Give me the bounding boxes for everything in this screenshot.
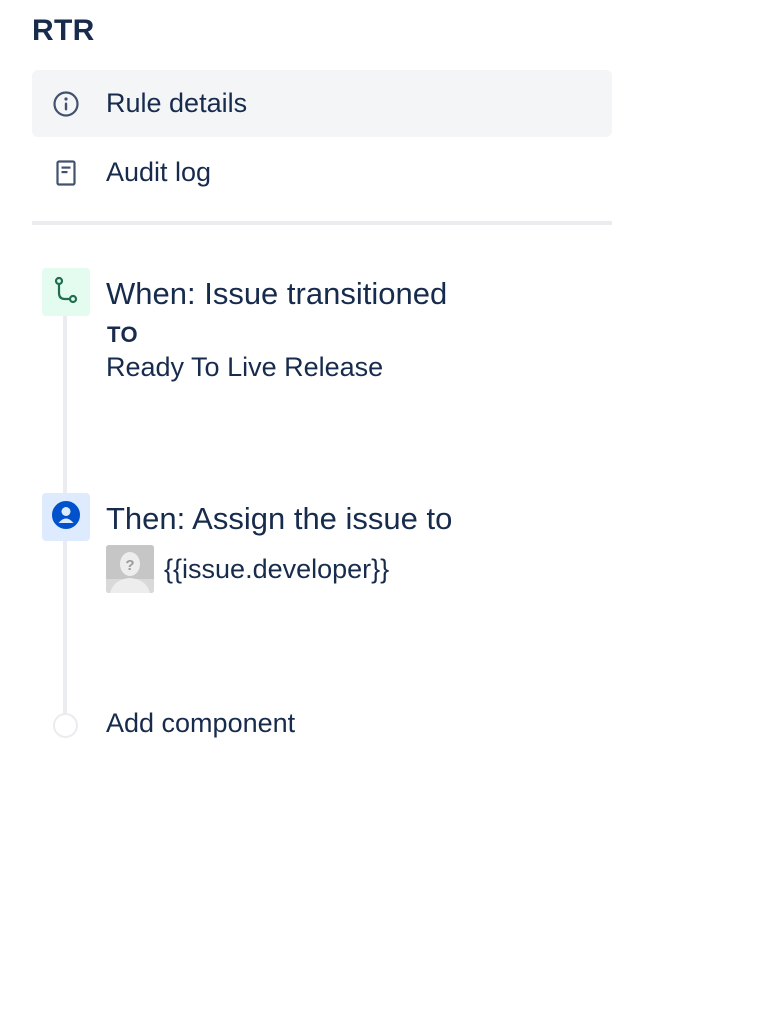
document-icon (52, 159, 80, 187)
assignee-value: {{issue.developer}} (164, 553, 390, 584)
rule-title: RTR (32, 14, 95, 47)
nav-item-audit-log[interactable]: Audit log (32, 139, 612, 206)
add-component-link[interactable]: Add component (106, 708, 295, 739)
avatar: ? (106, 545, 154, 593)
svg-text:?: ? (125, 557, 134, 574)
nav-item-label: Audit log (106, 157, 212, 187)
nav-item-label: Rule details (106, 88, 248, 118)
trigger-title[interactable]: When: Issue transitioned (106, 276, 447, 312)
rule-sidebar: RTR Rule details Audit log When: Issue t… (0, 0, 774, 1014)
action-icon-badge[interactable] (42, 493, 90, 541)
user-circle-icon (51, 500, 81, 535)
divider (32, 221, 612, 225)
action-title[interactable]: Then: Assign the issue to (106, 501, 452, 537)
trigger-icon-badge[interactable] (42, 268, 90, 316)
trigger-status-value: Ready To Live Release (106, 352, 384, 382)
trigger-to-label: TO (107, 322, 139, 347)
add-component-circle[interactable] (53, 713, 78, 738)
info-icon (52, 90, 80, 118)
nav-item-rule-details[interactable]: Rule details (32, 70, 612, 137)
branch-icon (52, 275, 80, 310)
assignee: ? {{issue.developer}} (106, 545, 389, 593)
